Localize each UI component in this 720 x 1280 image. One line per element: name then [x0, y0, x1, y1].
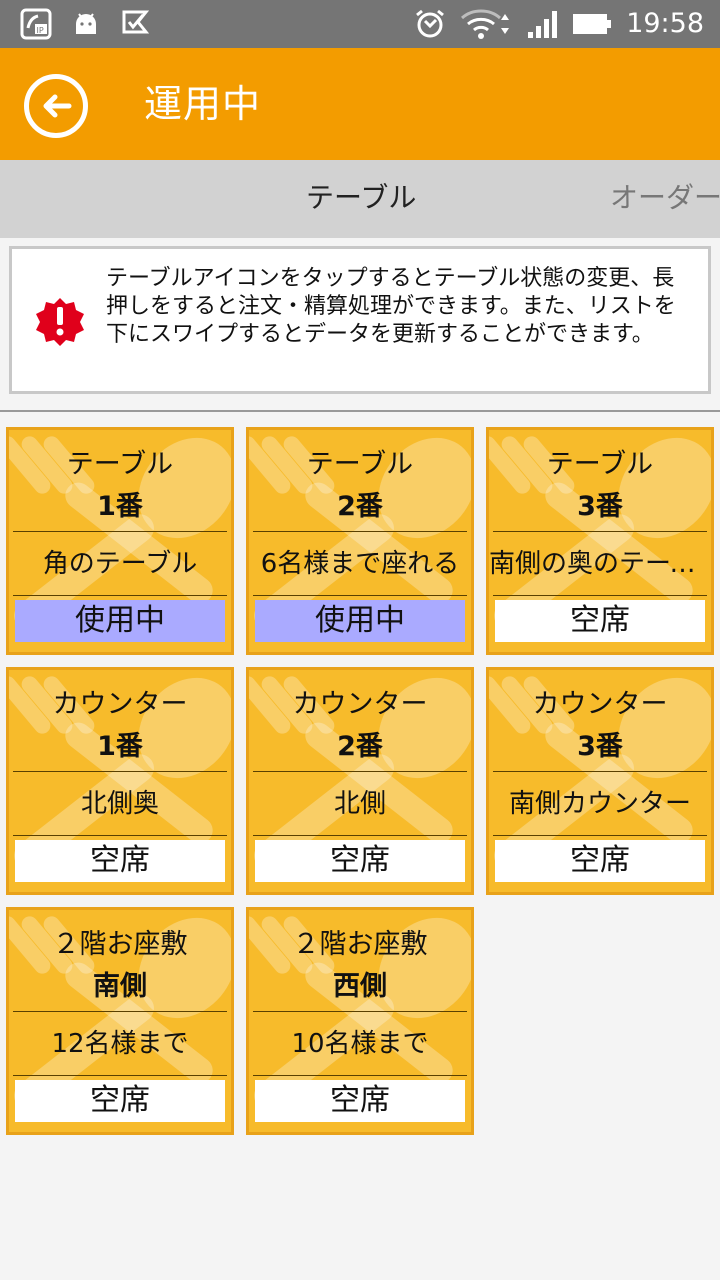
card-divider — [13, 1011, 227, 1012]
info-panel: テーブルアイコンをタップするとテーブル状態の変更、長押しをすると注文・精算処理が… — [9, 246, 711, 394]
card-divider — [13, 531, 227, 532]
table-card[interactable]: カウンター 3番 南側カウンター 空席 — [486, 667, 714, 895]
status-bar: IP 19:58 — [0, 0, 720, 48]
table-name: テーブル — [306, 449, 414, 480]
table-number: 1番 — [97, 491, 143, 522]
alert-badge-icon — [36, 298, 84, 346]
table-note: 6名様まで座れる — [260, 549, 460, 579]
status-bar-system: 19:58 — [414, 8, 704, 40]
table-note: 南側の奥のテーブル — [489, 549, 711, 579]
wifi-icon — [461, 9, 510, 39]
card-divider — [13, 835, 227, 836]
card-divider — [253, 771, 467, 772]
app-bar: 運用中 — [0, 48, 720, 160]
table-status: 空席 — [15, 840, 225, 882]
table-status: 空席 — [495, 600, 705, 642]
card-divider — [253, 1075, 467, 1076]
status-time: 19:58 — [626, 8, 704, 39]
table-card-title: カウンター 1番 — [9, 684, 231, 768]
table-card-title: ２階お座敷 南側 — [9, 924, 231, 1008]
table-card-title: テーブル 3番 — [489, 444, 711, 528]
table-card[interactable]: カウンター 2番 北側 空席 — [246, 667, 474, 895]
table-card[interactable]: テーブル 2番 6名様まで座れる 使用中 — [246, 427, 474, 655]
table-card[interactable]: ２階お座敷 南側 12名様まで 空席 — [6, 907, 234, 1135]
table-number: 3番 — [577, 731, 623, 762]
table-card[interactable]: カウンター 1番 北側奥 空席 — [6, 667, 234, 895]
table-number: 西側 — [333, 971, 387, 1002]
table-name: テーブル — [66, 449, 174, 480]
svg-text:IP: IP — [37, 26, 44, 35]
table-status: 使用中 — [15, 600, 225, 642]
table-number: 3番 — [577, 491, 623, 522]
card-divider — [493, 595, 707, 596]
table-card-title: ２階お座敷 西側 — [249, 924, 471, 1008]
check-flag-icon — [122, 10, 150, 34]
tab-order[interactable]: オーダー — [610, 178, 720, 218]
table-name: テーブル — [546, 449, 654, 480]
card-divider — [253, 531, 467, 532]
battery-icon — [573, 14, 612, 34]
back-arrow-icon — [43, 94, 72, 118]
table-note: 角のテーブル — [42, 549, 198, 579]
table-card-title: テーブル 1番 — [9, 444, 231, 528]
table-status: 空席 — [15, 1080, 225, 1122]
table-number: 南側 — [93, 971, 147, 1002]
table-note: 北側 — [333, 789, 386, 819]
card-divider — [13, 771, 227, 772]
table-note: 12名様まで — [51, 1029, 189, 1059]
card-divider — [13, 1075, 227, 1076]
back-button[interactable] — [24, 74, 88, 138]
tab-bar: テーブル オーダー — [0, 160, 720, 238]
page-title: 運用中 — [144, 82, 262, 126]
card-divider — [13, 595, 227, 596]
android-icon — [76, 13, 96, 34]
table-number: 2番 — [337, 491, 383, 522]
card-divider — [253, 1011, 467, 1012]
table-name: ２階お座敷 — [292, 929, 428, 960]
alarm-icon — [416, 9, 445, 38]
table-name: カウンター — [532, 689, 668, 720]
tab-table[interactable]: テーブル — [306, 178, 416, 218]
signal-icon — [528, 11, 558, 38]
table-card-title: カウンター 2番 — [249, 684, 471, 768]
card-divider — [493, 531, 707, 532]
card-divider — [253, 835, 467, 836]
table-note: 10名様まで — [291, 1029, 429, 1059]
table-card-title: カウンター 3番 — [489, 684, 711, 768]
divider — [0, 410, 720, 412]
status-bar-notifications: IP — [20, 8, 152, 40]
table-card[interactable]: テーブル 3番 南側の奥のテーブル 空席 — [486, 427, 714, 655]
info-message: テーブルアイコンをタップするとテーブル状態の変更、長押しをすると注文・精算処理が… — [106, 266, 676, 347]
table-note: 北側奥 — [80, 789, 159, 819]
table-name: カウンター — [292, 689, 428, 720]
table-number: 2番 — [337, 731, 383, 762]
table-status: 空席 — [255, 1080, 465, 1122]
table-status: 空席 — [495, 840, 705, 882]
ip-phone-icon: IP — [20, 8, 52, 40]
table-name: カウンター — [52, 689, 188, 720]
table-status: 空席 — [255, 840, 465, 882]
table-card[interactable]: ２階お座敷 西側 10名様まで 空席 — [246, 907, 474, 1135]
table-name: ２階お座敷 — [52, 929, 188, 960]
table-card-title: テーブル 2番 — [249, 444, 471, 528]
card-divider — [253, 595, 467, 596]
card-divider — [493, 835, 707, 836]
card-divider — [493, 771, 707, 772]
table-status: 使用中 — [255, 600, 465, 642]
table-card[interactable]: テーブル 1番 角のテーブル 使用中 — [6, 427, 234, 655]
table-note: 南側カウンター — [508, 789, 691, 819]
table-number: 1番 — [97, 731, 143, 762]
